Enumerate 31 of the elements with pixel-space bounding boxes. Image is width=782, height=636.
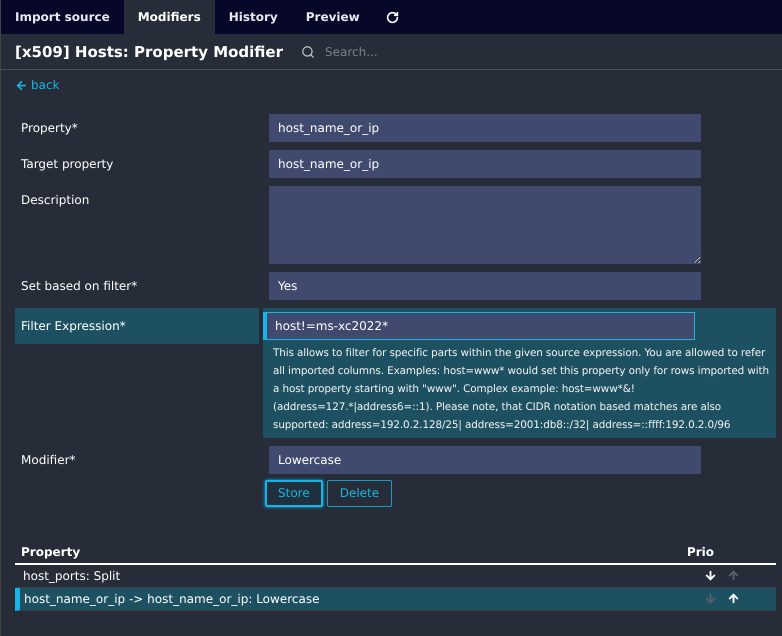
table-cell: host_ports: Split: [23, 568, 120, 582]
select-field[interactable]: Lowercase: [269, 446, 701, 474]
up-arrow-icon[interactable]: [727, 592, 740, 605]
help-text: This allows to filter for specific parts within the given source expression. You are allowed to refer all imported columns. Examples: host=www* would set this property only for rows imported with a host property starting with "www". Complex example: host=www*&!(address=127.*|address6=::1). Please note, that CIDR notation based matches are also supported: address=192.0.2.128/25| address=2001:db8::/32| address=::ffff:192.0.2.0/96: [272, 346, 770, 432]
column-header: Property: [21, 544, 80, 558]
tab[interactable]: Modifiers: [124, 0, 215, 34]
field-label: Filter Expression*: [15, 308, 259, 344]
delete-button[interactable]: Delete: [326, 480, 392, 506]
description-field[interactable]: [269, 186, 701, 264]
field-label: Set based on filter*: [20, 278, 138, 294]
back-link[interactable]: back: [15, 78, 60, 92]
table-row[interactable]: host_name_or_ip -> host_name_or_ip: Lowercase: [15, 588, 776, 610]
input-field[interactable]: host_name_or_ip: [269, 150, 701, 178]
field-label: Property*: [20, 120, 79, 136]
tab[interactable]: Preview: [292, 0, 374, 34]
field-label: Modifier*: [20, 452, 77, 468]
search-icon: [301, 44, 316, 58]
down-arrow-icon[interactable]: [704, 569, 717, 582]
field-label: Description: [20, 192, 90, 208]
tab[interactable]: Import source: [1, 0, 124, 34]
column-header: Prio: [686, 544, 714, 558]
input-field[interactable]: host_name_or_ip: [269, 114, 701, 142]
page-title: [x509] Hosts: Property Modifier: [15, 42, 284, 60]
field-label: Target property: [20, 156, 114, 172]
back-arrow-icon: [15, 78, 28, 92]
store-button[interactable]: Store: [265, 480, 323, 506]
input-field[interactable]: host!=ms-xc2022*: [263, 312, 695, 340]
select-field[interactable]: Yes: [269, 272, 701, 300]
tab[interactable]: History: [214, 0, 292, 34]
table-cell: host_name_or_ip -> host_name_or_ip: Lowercase: [24, 592, 320, 606]
search-field[interactable]: Search...: [323, 44, 524, 60]
